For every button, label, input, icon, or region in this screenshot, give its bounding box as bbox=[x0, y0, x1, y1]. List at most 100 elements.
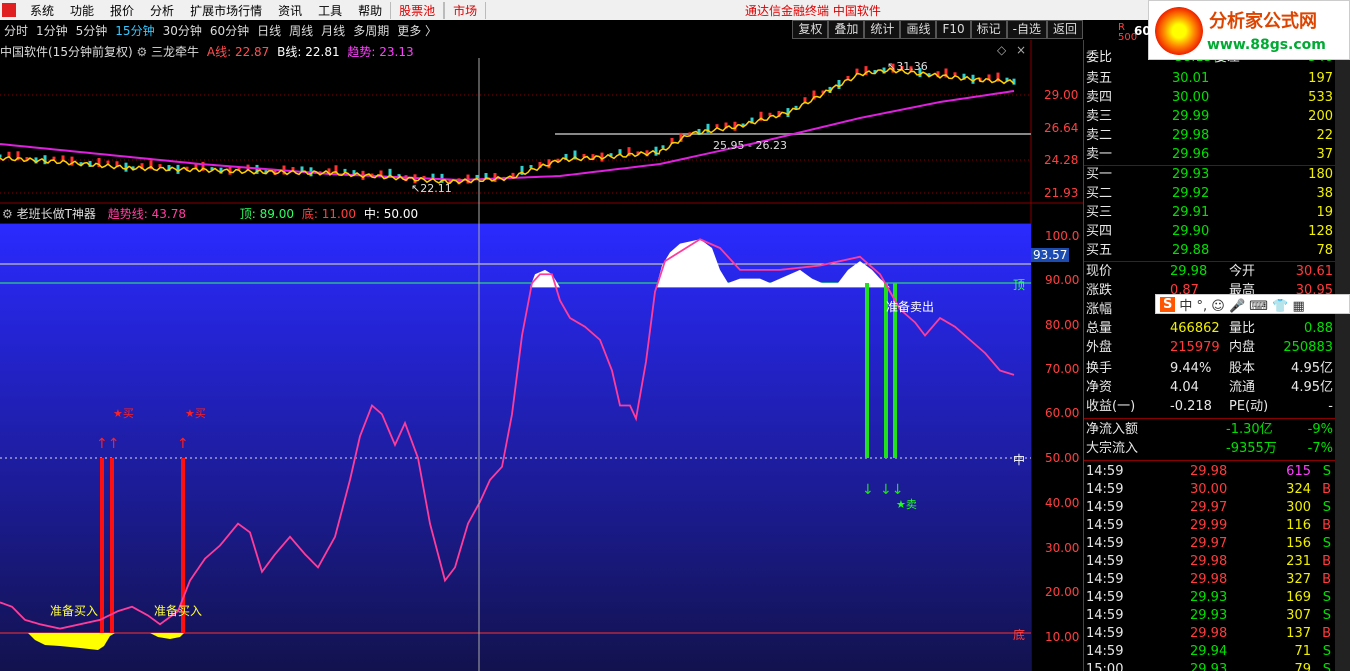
period-week[interactable]: 周线 bbox=[285, 22, 317, 39]
period-30min[interactable]: 30分钟 bbox=[159, 22, 206, 39]
bid-volume: 180 bbox=[1308, 167, 1333, 182]
tick-price: 29.98 bbox=[1190, 626, 1228, 641]
watchlist-button[interactable]: -自选 bbox=[1006, 20, 1047, 39]
tick-price: 29.93 bbox=[1190, 662, 1228, 671]
stat-value: -0.218 bbox=[1170, 399, 1212, 414]
osc-axis-label: 30.00 bbox=[1045, 541, 1080, 555]
overlay-button[interactable]: 叠加 bbox=[828, 20, 865, 39]
period-15min[interactable]: 15分钟 bbox=[111, 22, 158, 39]
tick-time: 14:59 bbox=[1086, 590, 1124, 605]
osc-axis-label: 80.00 bbox=[1045, 318, 1080, 332]
range-annotation: 25.95 - 26.23 bbox=[713, 139, 787, 152]
ask-row[interactable]: 卖五 30.01 197 bbox=[1086, 69, 1333, 88]
ask-label: 卖一 bbox=[1086, 147, 1113, 162]
tick-volume: 231 bbox=[1286, 554, 1311, 569]
period-5min[interactable]: 5分钟 bbox=[72, 22, 112, 39]
tick-time: 14:59 bbox=[1086, 572, 1124, 587]
tick-side: S bbox=[1322, 464, 1331, 479]
cursor-value-badge: 93.57 bbox=[1031, 248, 1070, 262]
stat-value: 30.61 bbox=[1295, 264, 1333, 279]
menu-stock-pool[interactable]: 股票池 bbox=[390, 1, 445, 19]
ime-toolbar[interactable]: S 中 °, ☺ 🎤 ⌨ 👕 ▦ bbox=[1155, 294, 1350, 314]
menu-system[interactable]: 系统 bbox=[22, 2, 62, 19]
ask-label: 卖二 bbox=[1086, 128, 1113, 143]
close-icon[interactable]: × bbox=[1016, 43, 1026, 57]
bid-row[interactable]: 买五 29.88 78 bbox=[1086, 241, 1333, 260]
tick-row: 14:59 29.98 137 B bbox=[1086, 624, 1333, 643]
tick-volume: 307 bbox=[1286, 608, 1311, 623]
bid-row[interactable]: 买一 29.93 180 bbox=[1086, 165, 1333, 184]
period-fenshi[interactable]: 分时 bbox=[0, 22, 32, 39]
bid-label: 买三 bbox=[1086, 205, 1113, 220]
diamond-icon[interactable]: ◇ bbox=[997, 43, 1006, 57]
stat-row: 收益(一) -0.218 PE(动) - bbox=[1086, 397, 1333, 416]
tick-time: 14:59 bbox=[1086, 608, 1124, 623]
candle bbox=[529, 165, 533, 169]
stat-value: 4.95亿 bbox=[1291, 380, 1333, 395]
mark-button[interactable]: 标记 bbox=[970, 20, 1007, 39]
tick-time: 14:59 bbox=[1086, 626, 1124, 641]
stat-label: 今开 bbox=[1229, 264, 1256, 279]
bid-row[interactable]: 买四 29.90 128 bbox=[1086, 222, 1333, 241]
tick-row: 14:59 29.97 156 S bbox=[1086, 534, 1333, 553]
stat-value: 4.04 bbox=[1170, 380, 1199, 395]
menu-quote[interactable]: 报价 bbox=[102, 2, 142, 19]
bid-row[interactable]: 买二 29.92 38 bbox=[1086, 184, 1333, 203]
tick-price: 29.93 bbox=[1190, 608, 1228, 623]
period-60min[interactable]: 60分钟 bbox=[206, 22, 253, 39]
stat-label: 量比 bbox=[1229, 321, 1256, 336]
ad-banner[interactable]: 分析家公式网 www.88gs.com bbox=[1148, 0, 1350, 60]
draw-button[interactable]: 画线 bbox=[900, 20, 937, 39]
menu-function[interactable]: 功能 bbox=[62, 2, 102, 19]
stat-row: 外盘 215979 内盘 250883 bbox=[1086, 338, 1333, 357]
menu-info[interactable]: 资讯 bbox=[270, 2, 310, 19]
chart-area[interactable]: ↑↑ ↑ ↓ ↓↓ bbox=[0, 40, 1083, 671]
tick-time: 14:59 bbox=[1086, 500, 1124, 515]
prepare-buy-label: 准备买入 bbox=[50, 604, 99, 618]
stat-value: 4.95亿 bbox=[1291, 361, 1333, 376]
ask-row[interactable]: 卖四 30.00 533 bbox=[1086, 88, 1333, 107]
period-1min[interactable]: 1分钟 bbox=[32, 22, 72, 39]
menu-extended-market[interactable]: 扩展市场行情 bbox=[182, 2, 270, 19]
tick-row: 14:59 29.93 169 S bbox=[1086, 588, 1333, 607]
ime-controls[interactable]: 中 °, ☺ 🎤 ⌨ 👕 ▦ bbox=[1179, 295, 1304, 314]
menu-market[interactable]: 市场 bbox=[444, 1, 487, 19]
fuquan-button[interactable]: 复权 bbox=[792, 20, 829, 39]
ask-volume: 22 bbox=[1316, 128, 1333, 143]
stats-button[interactable]: 统计 bbox=[864, 20, 901, 39]
candle bbox=[953, 72, 957, 76]
ask-price: 30.00 bbox=[1172, 90, 1210, 105]
side-toolstrip[interactable] bbox=[1335, 40, 1350, 671]
ask-row[interactable]: 卖二 29.98 22 bbox=[1086, 126, 1333, 145]
settings-icon[interactable]: ⚙ bbox=[2, 207, 17, 221]
menu-help[interactable]: 帮助 bbox=[350, 2, 390, 19]
bid-volume: 19 bbox=[1316, 205, 1333, 220]
period-multi[interactable]: 多周期 bbox=[349, 22, 393, 39]
back-button[interactable]: 返回 bbox=[1046, 20, 1083, 39]
menu-tools[interactable]: 工具 bbox=[310, 2, 350, 19]
ask-volume: 533 bbox=[1308, 90, 1333, 105]
tick-time: 14:59 bbox=[1086, 464, 1124, 479]
stat-value: 250883 bbox=[1283, 340, 1333, 355]
low-annotation: 22.11 bbox=[420, 182, 452, 195]
f10-button[interactable]: F10 bbox=[936, 20, 971, 39]
tick-volume: 324 bbox=[1286, 482, 1311, 497]
candle bbox=[846, 75, 850, 79]
period-day[interactable]: 日线 bbox=[253, 22, 285, 39]
badge-60: 60 bbox=[1134, 24, 1151, 38]
tick-side: B bbox=[1322, 572, 1331, 587]
period-toolbar: 分时 1分钟 5分钟 15分钟 30分钟 60分钟 日线 周线 月线 多周期 更… bbox=[0, 20, 1083, 40]
stat-label: 涨跌 bbox=[1086, 283, 1113, 298]
settings-icon[interactable]: ⚙ bbox=[136, 45, 151, 59]
osc-top-label: 顶: 89.00 bbox=[239, 207, 295, 221]
period-month[interactable]: 月线 bbox=[317, 22, 349, 39]
bid-row[interactable]: 买三 29.91 19 bbox=[1086, 203, 1333, 222]
ask-row[interactable]: 卖一 29.96 37 bbox=[1086, 145, 1333, 164]
period-more[interactable]: 更多 〉 bbox=[393, 22, 441, 39]
menu-analysis[interactable]: 分析 bbox=[142, 2, 182, 19]
tick-side: S bbox=[1322, 608, 1331, 623]
stat-value: 0.88 bbox=[1304, 321, 1333, 336]
ask-row[interactable]: 卖三 29.99 200 bbox=[1086, 107, 1333, 126]
tick-side: B bbox=[1322, 518, 1331, 533]
tick-side: S bbox=[1322, 536, 1331, 551]
